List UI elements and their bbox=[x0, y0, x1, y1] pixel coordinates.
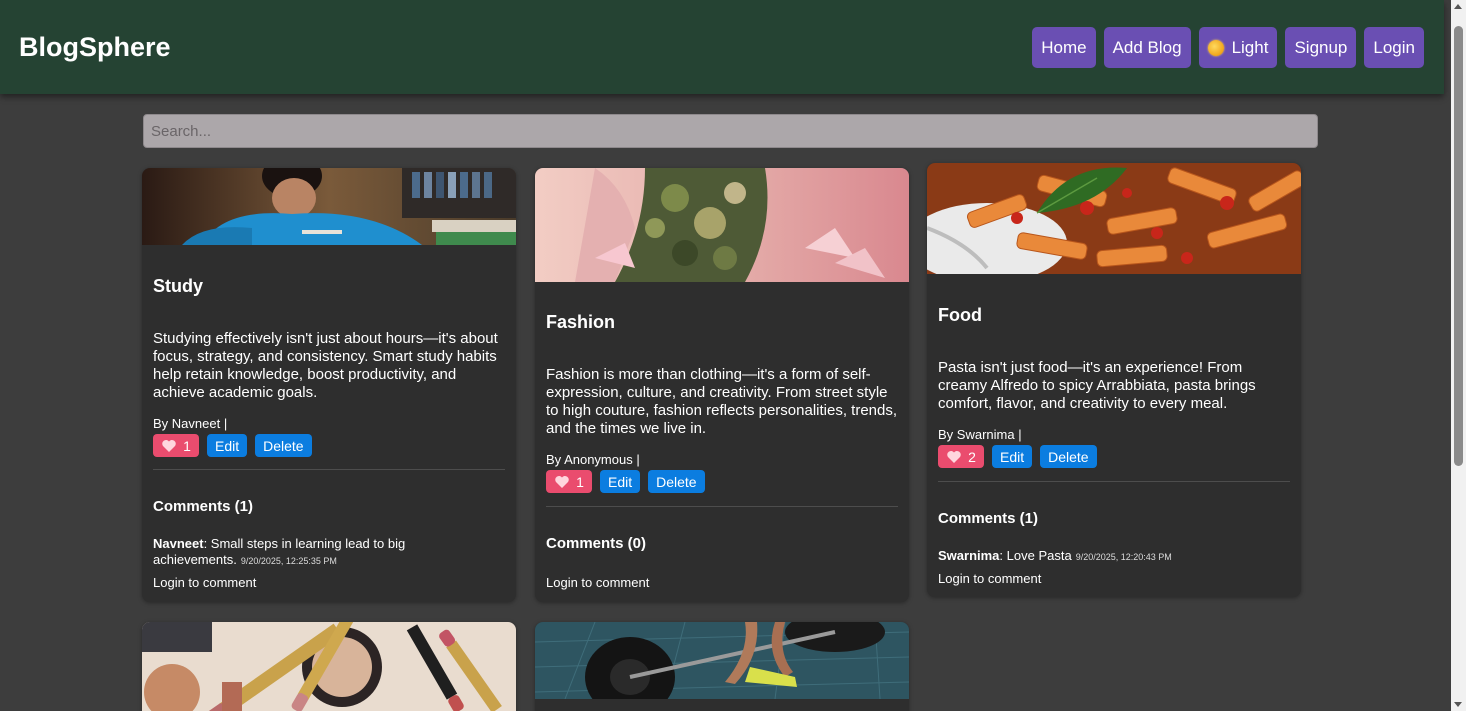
brand-logo[interactable]: BlogSphere bbox=[19, 32, 171, 63]
blog-card-food: Food Pasta isn't just food—it's an exper… bbox=[927, 163, 1301, 597]
login-to-comment-link[interactable]: Login to comment bbox=[546, 575, 649, 590]
divider bbox=[546, 506, 898, 507]
comments-heading: Comments (1) bbox=[153, 498, 254, 515]
comment-author: Swarnima bbox=[938, 548, 1000, 563]
post-author: By Navneet | bbox=[153, 416, 228, 431]
post-author: By Swarnima | bbox=[938, 427, 1022, 442]
divider bbox=[153, 469, 505, 470]
comment-author: Navneet bbox=[153, 536, 204, 551]
add-blog-button[interactable]: Add Blog bbox=[1103, 27, 1191, 68]
like-button[interactable]: 1 bbox=[546, 470, 592, 493]
post-title: Study bbox=[153, 276, 204, 296]
login-to-comment-link[interactable]: Login to comment bbox=[938, 571, 1041, 586]
heart-icon bbox=[947, 450, 961, 463]
fashion-image bbox=[535, 168, 909, 282]
fitness-image bbox=[535, 622, 909, 699]
scrollbar-thumb[interactable] bbox=[1454, 26, 1463, 466]
blog-card-makeup bbox=[142, 622, 516, 711]
post-title: Food bbox=[938, 305, 982, 325]
post-excerpt: Studying effectively isn't just about ho… bbox=[153, 330, 498, 401]
post-actions: 1 Edit Delete bbox=[153, 434, 312, 457]
edit-button[interactable]: Edit bbox=[600, 470, 641, 493]
blog-card-study: Study Studying effectively isn't just ab… bbox=[142, 168, 516, 602]
scroll-up-arrow-icon[interactable] bbox=[1454, 4, 1462, 9]
comments-heading: Comments (1) bbox=[938, 510, 1039, 527]
heart-icon bbox=[162, 439, 176, 452]
delete-button[interactable]: Delete bbox=[648, 470, 705, 493]
like-count: 1 bbox=[183, 437, 191, 454]
comment-time: 9/20/2025, 12:20:43 PM bbox=[1075, 552, 1172, 562]
delete-button[interactable]: Delete bbox=[1040, 445, 1097, 468]
divider bbox=[938, 481, 1290, 482]
login-button[interactable]: Login bbox=[1364, 27, 1424, 68]
nav-links: Home Add Blog Light Signup Login bbox=[1032, 27, 1424, 68]
login-to-comment-link[interactable]: Login to comment bbox=[153, 575, 256, 590]
heart-icon bbox=[555, 475, 569, 488]
comment-item: Navneet: Small steps in learning lead to… bbox=[153, 536, 453, 569]
post-actions: 1 Edit Delete bbox=[546, 470, 705, 493]
blog-card-fashion: Fashion Fashion is more than clothing—it… bbox=[535, 168, 909, 602]
signup-button[interactable]: Signup bbox=[1285, 27, 1357, 68]
theme-toggle-label: Light bbox=[1231, 37, 1269, 57]
scroll-down-arrow-icon[interactable] bbox=[1454, 702, 1462, 707]
search-input[interactable] bbox=[143, 114, 1318, 148]
like-button[interactable]: 2 bbox=[938, 445, 984, 468]
post-actions: 2 Edit Delete bbox=[938, 445, 1097, 468]
theme-toggle-button[interactable]: Light bbox=[1198, 27, 1278, 68]
home-button[interactable]: Home bbox=[1032, 27, 1096, 68]
edit-button[interactable]: Edit bbox=[207, 434, 248, 457]
makeup-image bbox=[142, 622, 516, 711]
like-count: 2 bbox=[968, 448, 976, 465]
comment-item: Swarnima: Love Pasta 9/20/2025, 12:20:43 … bbox=[938, 548, 1238, 565]
comments-heading: Comments (0) bbox=[546, 535, 647, 552]
delete-button[interactable]: Delete bbox=[255, 434, 312, 457]
like-button[interactable]: 1 bbox=[153, 434, 199, 457]
like-count: 1 bbox=[576, 473, 584, 490]
comment-text: : Love Pasta bbox=[999, 548, 1072, 563]
comment-time: 9/20/2025, 12:25:35 PM bbox=[240, 556, 337, 566]
post-excerpt: Pasta isn't just food—it's an experience… bbox=[938, 359, 1256, 412]
page-scrollbar[interactable] bbox=[1451, 0, 1466, 711]
sun-icon bbox=[1207, 39, 1224, 56]
post-title: Fashion bbox=[546, 312, 616, 332]
study-image bbox=[142, 168, 516, 245]
food-image bbox=[927, 163, 1301, 274]
navbar: BlogSphere Home Add Blog Light Signup Lo… bbox=[0, 0, 1444, 94]
edit-button[interactable]: Edit bbox=[992, 445, 1033, 468]
post-author: By Anonymous | bbox=[546, 452, 640, 467]
post-excerpt: Fashion is more than clothing—it's a for… bbox=[546, 366, 898, 437]
blog-card-fitness bbox=[535, 622, 909, 711]
